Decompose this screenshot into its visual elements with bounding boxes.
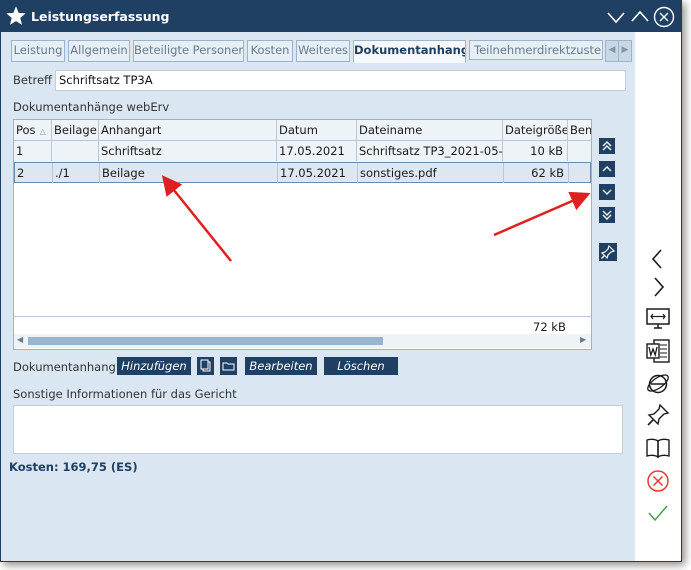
betreff-label: Betreff bbox=[13, 73, 52, 87]
cancel-icon[interactable] bbox=[645, 468, 671, 494]
cell-datum: 17.05.2021 bbox=[277, 141, 357, 161]
tab-beteiligte-personen[interactable]: Beteiligte Personen bbox=[133, 40, 244, 62]
cell-dateigroesse: 62 kB bbox=[504, 163, 569, 183]
window-title: Leistungserfassung bbox=[31, 9, 170, 24]
book-icon[interactable] bbox=[645, 435, 671, 461]
total-size: 72 kB bbox=[533, 320, 566, 334]
previous-icon[interactable] bbox=[645, 246, 671, 272]
main-panel: Leistung Allgemein Beteiligte Personen K… bbox=[1, 32, 635, 454]
column-header-beilage[interactable]: Beilage bbox=[52, 120, 99, 140]
table-row-selected[interactable]: 2 ./1 Beilage 17.05.2021 sonstiges.pdf 6… bbox=[14, 162, 591, 183]
info-textarea[interactable] bbox=[13, 405, 623, 454]
tab-teilnehmerdirektzustellung[interactable]: Teilnehmerdirektzustellung bbox=[469, 40, 603, 60]
next-icon[interactable] bbox=[645, 274, 671, 300]
tab-dokumentanhang[interactable]: Dokumentanhang bbox=[353, 40, 466, 63]
add-attachment-button[interactable]: Hinzufügen bbox=[117, 357, 191, 375]
attachments-table[interactable]: Pos △ Beilage Anhangart Datum Dateiname D… bbox=[13, 119, 592, 350]
info-label: Sonstige Informationen für das Gericht bbox=[13, 387, 237, 401]
pin-attachment-icon[interactable] bbox=[599, 243, 617, 261]
confirm-check-icon[interactable] bbox=[645, 500, 671, 526]
screen-resize-icon[interactable] bbox=[645, 306, 671, 332]
cell-dateiname: Schriftsatz TP3_2021-05-1... bbox=[357, 141, 503, 161]
close-icon[interactable] bbox=[653, 6, 675, 28]
tab-leistung[interactable]: Leistung bbox=[11, 40, 65, 62]
move-up-icon[interactable] bbox=[599, 161, 615, 177]
cell-bem bbox=[568, 141, 591, 161]
cell-anhangart: Beilage bbox=[100, 163, 278, 183]
chevron-up-icon[interactable] bbox=[629, 6, 651, 28]
tab-weiteres[interactable]: Weiteres bbox=[296, 40, 350, 62]
table-header: Pos △ Beilage Anhangart Datum Dateiname D… bbox=[14, 120, 591, 141]
move-down-icon[interactable] bbox=[599, 184, 615, 200]
tab-scroll-right[interactable]: ▶ bbox=[618, 40, 632, 62]
column-header-datum[interactable]: Datum bbox=[277, 120, 357, 140]
star-icon[interactable] bbox=[5, 5, 27, 27]
title-bar: Leistungserfassung bbox=[1, 1, 681, 32]
actions-label: Dokumentanhang: bbox=[13, 360, 120, 374]
move-to-bottom-icon[interactable] bbox=[599, 207, 615, 223]
attachments-section-label: Dokumentanhänge webErv bbox=[13, 100, 170, 114]
betreff-input[interactable]: Schriftsatz TP3A bbox=[55, 70, 626, 91]
delete-attachment-button[interactable]: Löschen bbox=[324, 357, 398, 375]
scroll-left-arrow-icon[interactable]: ◀ bbox=[17, 335, 23, 344]
horizontal-scrollbar[interactable]: ◀ ▶ bbox=[14, 334, 591, 348]
column-header-pos[interactable]: Pos △ bbox=[14, 120, 52, 140]
pin-icon[interactable] bbox=[645, 402, 671, 428]
scroll-right-arrow-icon[interactable]: ▶ bbox=[580, 335, 586, 344]
folder-icon[interactable] bbox=[220, 357, 237, 375]
internet-explorer-icon[interactable] bbox=[645, 370, 671, 396]
table-row[interactable]: 1 Schriftsatz 17.05.2021 Schriftsatz TP3… bbox=[14, 141, 591, 163]
column-header-anhangart[interactable]: Anhangart bbox=[99, 120, 277, 140]
edit-attachment-button[interactable]: Bearbeiten bbox=[245, 357, 317, 375]
column-header-dateiname[interactable]: Dateiname bbox=[357, 120, 503, 140]
column-header-dateigroesse[interactable]: Dateigröße bbox=[503, 120, 568, 140]
copy-icon[interactable] bbox=[197, 357, 214, 375]
move-to-top-icon[interactable] bbox=[599, 138, 615, 154]
footer-panel: Kosten: 169,75 (ES) bbox=[1, 454, 635, 561]
cell-datum: 17.05.2021 bbox=[278, 163, 358, 183]
tab-allgemein[interactable]: Allgemein bbox=[68, 40, 130, 62]
cell-pos: 2 bbox=[15, 163, 53, 183]
cell-beilage bbox=[52, 141, 99, 161]
right-toolbar bbox=[635, 32, 681, 561]
chevron-down-icon[interactable] bbox=[605, 6, 627, 28]
sort-ascending-icon: △ bbox=[39, 127, 46, 136]
tab-bar: Leistung Allgemein Beteiligte Personen K… bbox=[11, 40, 632, 63]
cell-pos: 1 bbox=[14, 141, 52, 161]
word-document-icon[interactable] bbox=[645, 338, 671, 364]
totals-row: 72 kB bbox=[14, 316, 591, 334]
cell-beilage: ./1 bbox=[53, 163, 100, 183]
scrollbar-thumb[interactable] bbox=[28, 337, 383, 345]
cell-dateigroesse: 10 kB bbox=[503, 141, 568, 161]
tab-kosten[interactable]: Kosten bbox=[247, 40, 293, 62]
column-header-bem[interactable]: Bem bbox=[568, 120, 591, 140]
tab-scroll-left[interactable]: ◀ bbox=[605, 40, 619, 62]
cell-bem bbox=[569, 163, 591, 183]
cell-anhangart: Schriftsatz bbox=[99, 141, 277, 161]
cell-dateiname: sonstiges.pdf bbox=[358, 163, 504, 183]
main-window: Leistungserfassung Leistung Allgemein Be… bbox=[0, 0, 682, 562]
kosten-summary: Kosten: 169,75 (ES) bbox=[9, 460, 138, 474]
